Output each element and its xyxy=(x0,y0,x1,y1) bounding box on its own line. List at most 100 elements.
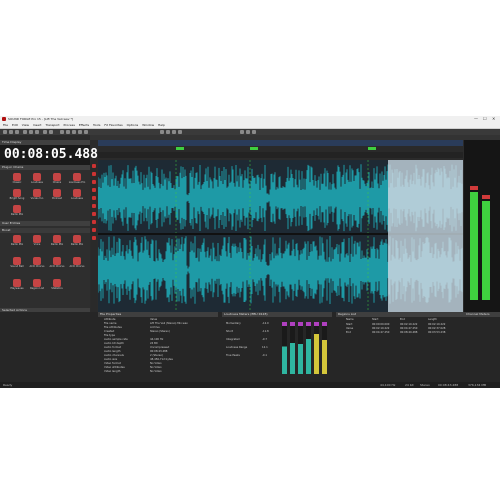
file-property-value: 44,100 Hz xyxy=(150,338,164,341)
loudness-bar xyxy=(290,343,295,374)
loudness-bar-top xyxy=(322,322,327,326)
tool-red-icon-2[interactable] xyxy=(92,172,96,176)
paste-icon[interactable] xyxy=(35,130,39,134)
boost-label: Radio Mix xyxy=(10,243,24,246)
regions-cell[interactable]: 00:02:10.222 xyxy=(428,323,445,326)
region-icon[interactable] xyxy=(252,130,256,134)
regions-cell[interactable]: 00:04:47.250 xyxy=(400,327,417,330)
region-marker-verse[interactable] xyxy=(250,147,258,150)
menu-view[interactable]: View xyxy=(22,122,29,128)
regions-cell[interactable]: Start xyxy=(346,323,352,326)
status-disk-space: 376,134 MB xyxy=(468,383,487,387)
tool-red-icon-3[interactable] xyxy=(92,180,96,184)
menu-window[interactable]: Window xyxy=(142,122,154,128)
regions-cell[interactable]: 00:02:10.222 xyxy=(400,323,417,326)
menu-options[interactable]: Options xyxy=(127,122,139,128)
record-icon[interactable] xyxy=(60,130,64,134)
pause-icon[interactable] xyxy=(78,130,82,134)
regions-cell[interactable]: 00:08:40.488 xyxy=(400,331,417,334)
regions-cell[interactable]: 00:02:37.028 xyxy=(428,327,445,330)
selection-region[interactable] xyxy=(388,160,463,312)
snap-icon[interactable] xyxy=(240,130,244,134)
file-property-value: No Video xyxy=(150,370,162,373)
regions-cell[interactable]: End xyxy=(346,331,351,334)
stop-icon[interactable] xyxy=(84,130,88,134)
plugin-chain-button[interactable]: Podcast xyxy=(48,189,66,205)
save-icon[interactable] xyxy=(15,130,19,134)
plugin-chain-button[interactable]: Bright Song xyxy=(8,189,26,205)
boost-button[interactable]: ACO Chorus xyxy=(48,257,66,273)
regions-cell[interactable]: 00:02:10.222 xyxy=(372,327,389,330)
boost-button[interactable]: Playwaves xyxy=(8,279,26,295)
menu-insert[interactable]: Insert xyxy=(33,122,42,128)
open-file-icon[interactable] xyxy=(9,130,13,134)
boost-button[interactable]: Voice xyxy=(28,235,46,251)
regions-cell[interactable]: Verse xyxy=(346,327,353,330)
tool-red-icon-10[interactable] xyxy=(92,236,96,240)
tool-magnify-icon[interactable] xyxy=(166,130,170,134)
regions-column-header[interactable]: Start xyxy=(372,318,378,321)
regions-column-header[interactable]: Length xyxy=(428,318,437,321)
user-entries-header[interactable]: User Entries xyxy=(0,221,90,226)
plugin-chain-button[interactable]: Loudness Pro xyxy=(68,173,86,189)
tool-envelope-icon[interactable] xyxy=(178,130,182,134)
plugin-chain-button[interactable]: Vocals fun xyxy=(28,189,46,205)
boost-button[interactable]: Radio Mix xyxy=(48,235,66,251)
boost-button[interactable]: Statistics xyxy=(48,279,66,295)
file-property-value: No Video xyxy=(150,362,162,365)
menu-edit[interactable]: Edit xyxy=(12,122,18,128)
channel-meter-bar xyxy=(482,201,490,300)
region-marker-start[interactable] xyxy=(176,147,184,150)
plugin-chain-button[interactable]: Loudness xyxy=(68,189,86,205)
menu-file[interactable]: File xyxy=(3,122,8,128)
timeline-ruler[interactable] xyxy=(98,140,463,158)
tool-red-icon-4[interactable] xyxy=(92,188,96,192)
loop-icon[interactable] xyxy=(66,130,70,134)
loudness-value: 12.1 xyxy=(262,346,268,349)
plugin-chain-button[interactable]: Loudness xyxy=(28,173,46,189)
regions-column-header[interactable]: End xyxy=(400,318,405,321)
boost-button[interactable]: Region List xyxy=(28,279,46,295)
menu-help[interactable]: Help xyxy=(158,122,165,128)
plugin-chain-button[interactable]: Radio Mix xyxy=(8,205,26,221)
tool-edit-icon[interactable] xyxy=(160,130,164,134)
new-file-icon[interactable] xyxy=(3,130,7,134)
plugin-chain-label: Classic xyxy=(12,181,22,184)
regions-cell[interactable]: 00:03:53.238 xyxy=(428,331,445,334)
menu-effects[interactable]: Effects xyxy=(79,122,89,128)
boost-button[interactable]: Radio Mix xyxy=(68,235,86,251)
boost-button[interactable]: Sound Ball xyxy=(8,257,26,273)
boost-button[interactable]: ACO Chorus xyxy=(68,257,86,273)
boost-header[interactable]: Boost xyxy=(0,228,90,233)
tool-red-icon-5[interactable] xyxy=(92,196,96,200)
regions-column-header[interactable]: Name xyxy=(346,318,354,321)
tool-red-icon-8[interactable] xyxy=(92,220,96,224)
boost-button[interactable]: Radio Mix xyxy=(8,235,26,251)
copy-icon[interactable] xyxy=(29,130,33,134)
regions-cell[interactable]: 00:00:00.000 xyxy=(372,323,389,326)
file-property-value: Lift The Veil (Stereo) Mix.wav xyxy=(150,322,188,325)
menu-fx-favorites[interactable]: FX Favorites xyxy=(104,122,122,128)
plugin-chain-button[interactable]: Chains xyxy=(48,173,66,189)
file-property-value: Stereo (Stereo) xyxy=(150,330,170,333)
tool-red-icon-7[interactable] xyxy=(92,212,96,216)
loudness-bar xyxy=(314,334,319,374)
menu-transport[interactable]: Transport xyxy=(45,122,59,128)
redo-icon[interactable] xyxy=(49,130,53,134)
play-icon[interactable] xyxy=(72,130,76,134)
plugin-chain-button[interactable]: Classic xyxy=(8,173,26,189)
region-marker-end[interactable] xyxy=(368,147,376,150)
tool-red-icon[interactable] xyxy=(92,164,96,168)
tool-red-icon-9[interactable] xyxy=(92,228,96,232)
cut-icon[interactable] xyxy=(23,130,27,134)
file-property-attribute: File attributes xyxy=(104,326,122,329)
regions-cell[interactable]: 00:04:47.250 xyxy=(372,331,389,334)
menu-process[interactable]: Process xyxy=(64,122,75,128)
tool-red-icon-6[interactable] xyxy=(92,204,96,208)
tool-pencil-icon[interactable] xyxy=(172,130,176,134)
undo-icon[interactable] xyxy=(43,130,47,134)
boost-button[interactable]: ACO Chorus xyxy=(28,257,46,273)
app-logo-icon xyxy=(2,117,6,121)
menu-tools[interactable]: Tools xyxy=(93,122,100,128)
marker-icon[interactable] xyxy=(246,130,250,134)
